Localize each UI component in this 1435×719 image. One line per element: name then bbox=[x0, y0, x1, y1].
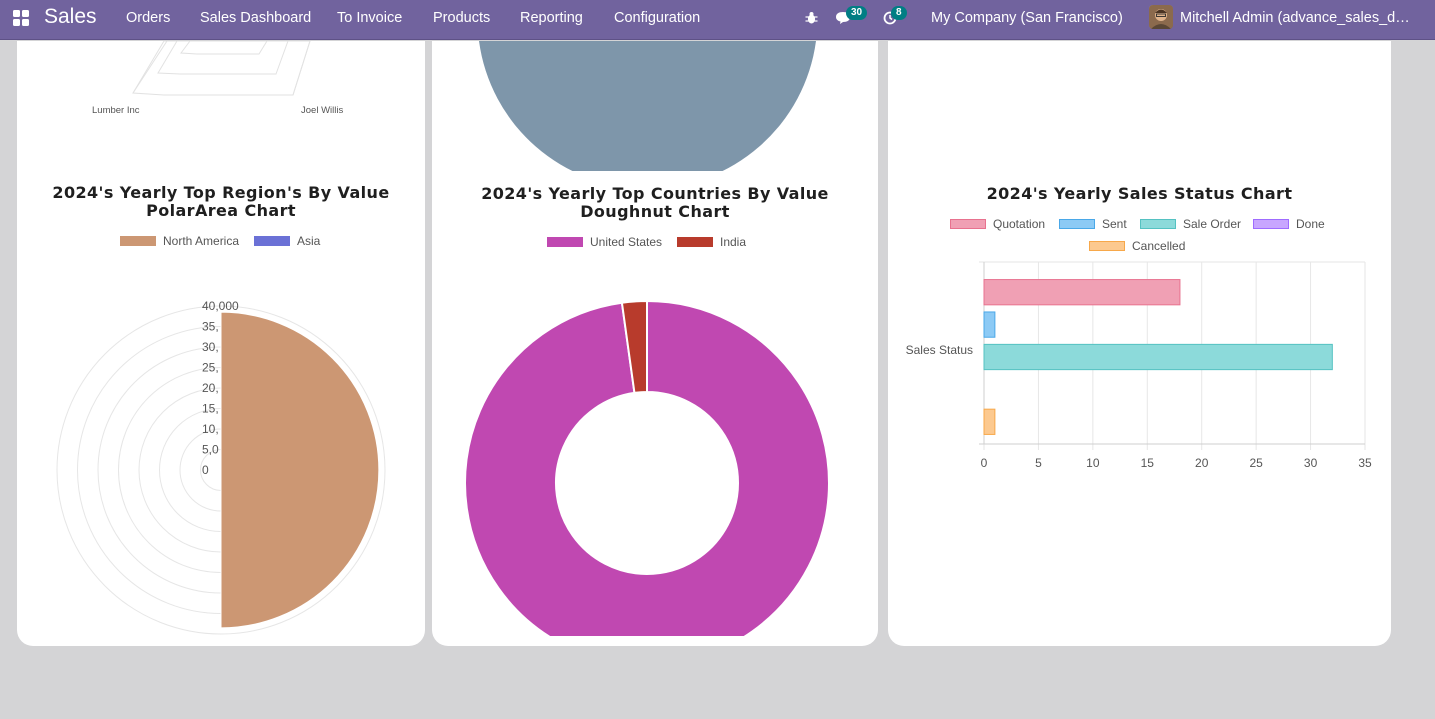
debug-bug-icon[interactable] bbox=[805, 11, 818, 25]
activities-count-badge: 8 bbox=[891, 6, 907, 20]
bar-quotation bbox=[983, 279, 1181, 306]
polar-tick-label: 35, bbox=[202, 320, 219, 334]
polar-tick-label: 5,0 bbox=[202, 443, 219, 457]
x-tick-label: 35 bbox=[1358, 456, 1372, 470]
polar-tick-label: 30, bbox=[202, 340, 219, 354]
legend-cancelled-label: Cancelled bbox=[1132, 239, 1186, 253]
legend-sent[interactable]: Sent bbox=[1059, 217, 1127, 231]
radar-chart-partial: Lumber Inc Joel Willis bbox=[92, 41, 343, 116]
legend-sent-label: Sent bbox=[1102, 217, 1127, 231]
menu-orders[interactable]: Orders bbox=[126, 10, 170, 26]
company-switcher[interactable]: My Company (San Francisco) bbox=[931, 10, 1123, 26]
polar-tick-label: 10, bbox=[202, 422, 219, 436]
legend-north-america[interactable]: North America bbox=[120, 234, 239, 248]
cancelled-swatch bbox=[1089, 241, 1125, 251]
done-swatch bbox=[1253, 219, 1289, 229]
quotation-swatch bbox=[950, 219, 986, 229]
legend-quotation-label: Quotation bbox=[993, 217, 1046, 231]
india-swatch bbox=[677, 237, 713, 247]
doughnut-chart bbox=[464, 299, 830, 636]
x-tick-label: 10 bbox=[1086, 456, 1100, 470]
united-states-swatch bbox=[547, 237, 583, 247]
legend-united-states-label: United States bbox=[590, 235, 663, 249]
legend-cancelled[interactable]: Cancelled bbox=[1089, 239, 1185, 253]
bar-chart-title: 2024's Yearly Sales Status Chart bbox=[986, 184, 1293, 203]
legend-done-label: Done bbox=[1296, 217, 1325, 231]
polar-chart-title: 2024's Yearly Top Region's By Value Pola… bbox=[52, 183, 390, 220]
legend-india-label: India bbox=[720, 235, 747, 249]
pie-chart-partial bbox=[479, 41, 816, 171]
legend-india[interactable]: India bbox=[677, 235, 746, 249]
user-menu[interactable]: Mitchell Admin (advance_sales_dashboard) bbox=[1180, 10, 1416, 26]
polar-tick-label: 25, bbox=[202, 361, 219, 375]
polar-tick-label: 20, bbox=[202, 381, 219, 395]
polar-area-chart: 40,000 35, 30, 25, 20, 15, 10, 5,0 0 bbox=[56, 299, 386, 635]
bar-sent bbox=[983, 311, 996, 338]
x-tick-label: 5 bbox=[1035, 456, 1042, 470]
pie-slice-partial bbox=[479, 41, 816, 171]
app-brand[interactable]: Sales bbox=[44, 5, 97, 29]
legend-done[interactable]: Done bbox=[1253, 217, 1325, 231]
x-tick-label: 20 bbox=[1195, 456, 1209, 470]
legend-united-states[interactable]: United States bbox=[547, 235, 662, 249]
polar-area-card: Lumber Inc Joel Willis 2024's Yearly Top… bbox=[17, 41, 425, 646]
bar-cancelled bbox=[983, 408, 996, 435]
polar-tick-label: 40,000 bbox=[202, 299, 239, 313]
radar-label-lumber-inc: Lumber Inc bbox=[92, 105, 140, 116]
x-tick-label: 0 bbox=[981, 456, 988, 470]
x-tick-label: 25 bbox=[1249, 456, 1263, 470]
menu-sales-dashboard[interactable]: Sales Dashboard bbox=[200, 10, 311, 26]
x-tick-label: 15 bbox=[1141, 456, 1155, 470]
legend-asia[interactable]: Asia bbox=[254, 234, 320, 248]
menu-configuration[interactable]: Configuration bbox=[614, 10, 700, 26]
messages-count-badge: 30 bbox=[846, 6, 868, 20]
apps-menu-icon[interactable] bbox=[13, 10, 29, 26]
legend-quotation[interactable]: Quotation bbox=[950, 217, 1045, 231]
north-america-swatch bbox=[120, 236, 156, 246]
sale-order-swatch bbox=[1140, 219, 1176, 229]
bar-sale-order bbox=[983, 343, 1333, 371]
legend-sale-order-label: Sale Order bbox=[1183, 217, 1242, 231]
legend-sale-order[interactable]: Sale Order bbox=[1140, 217, 1241, 231]
legend-asia-label: Asia bbox=[297, 234, 321, 248]
legend-north-america-label: North America bbox=[163, 234, 240, 248]
polar-slice-north-america bbox=[220, 311, 380, 629]
menu-products[interactable]: Products bbox=[433, 10, 490, 26]
sales-status-card: 2024's Yearly Sales Status Chart Quotati… bbox=[888, 41, 1391, 646]
polar-tick-label: 0 bbox=[202, 463, 209, 477]
sent-swatch bbox=[1059, 219, 1095, 229]
doughnut-card: 2024's Yearly Top Countries By Value Dou… bbox=[432, 41, 878, 646]
y-category-label: Sales Status bbox=[906, 343, 973, 357]
menu-reporting[interactable]: Reporting bbox=[520, 10, 583, 26]
radar-label-joel-willis: Joel Willis bbox=[301, 105, 343, 116]
polar-tick-label: 15, bbox=[202, 402, 219, 416]
sales-status-bar-chart: 0 5 10 15 20 25 30 35 Sales Status bbox=[906, 261, 1372, 470]
user-avatar-image bbox=[1149, 5, 1173, 29]
top-navbar: Sales Orders Sales Dashboard To Invoice … bbox=[0, 0, 1435, 40]
user-avatar[interactable] bbox=[1149, 5, 1173, 29]
doughnut-chart-title: 2024's Yearly Top Countries By Value Dou… bbox=[481, 184, 829, 221]
x-tick-label: 30 bbox=[1304, 456, 1318, 470]
menu-to-invoice[interactable]: To Invoice bbox=[337, 10, 402, 26]
asia-swatch bbox=[254, 236, 290, 246]
